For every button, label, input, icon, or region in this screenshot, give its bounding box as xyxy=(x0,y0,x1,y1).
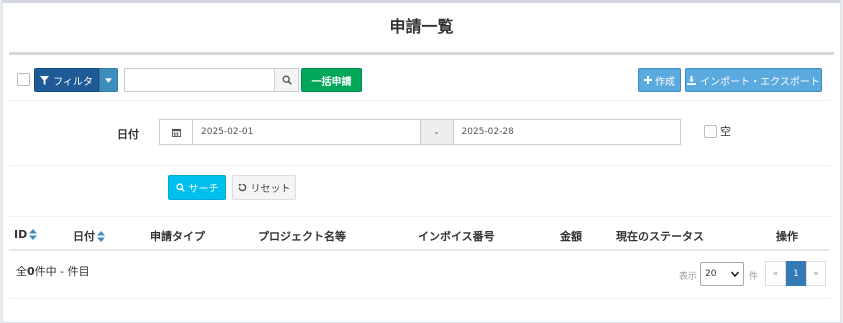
filter-dropdown-toggle[interactable] xyxy=(99,68,118,92)
caret-down-icon xyxy=(105,77,112,83)
import-export-button-label: インポート・エクスポート xyxy=(700,76,820,88)
bulk-apply-button[interactable]: 一括申請 xyxy=(301,68,362,92)
create-button-label: 作成 xyxy=(655,76,675,88)
pagination-next[interactable]: » xyxy=(806,261,826,286)
download-icon xyxy=(687,75,697,85)
date-range-separator: - xyxy=(419,120,454,144)
column-header-type: 申請タイプ xyxy=(150,230,205,243)
date-from-input[interactable]: 2025-02-01 xyxy=(193,120,420,144)
page-size-label: 表示 xyxy=(679,272,698,282)
column-header-date-label: 日付 xyxy=(73,230,95,243)
column-header-status: 現在のステータス xyxy=(616,230,704,243)
search-icon xyxy=(175,183,185,192)
calendar-icon-addon[interactable] xyxy=(160,120,193,144)
record-count: 全0件中 - 件目 xyxy=(16,263,90,279)
sort-icon xyxy=(29,229,38,240)
column-header-date[interactable]: 日付 xyxy=(73,228,105,244)
search-button[interactable] xyxy=(274,68,299,92)
column-header-id[interactable]: ID xyxy=(14,228,38,241)
filter-icon xyxy=(40,75,50,85)
toolbar-divider xyxy=(9,100,830,101)
plus-icon xyxy=(644,76,652,84)
date-to-input[interactable]: 2025-02-28 xyxy=(454,120,681,144)
footer-divider xyxy=(9,298,830,299)
column-header-project: プロジェクト名等 xyxy=(258,230,346,243)
filter-button[interactable]: フィルタ xyxy=(34,68,99,92)
page-title: 申請一覧 xyxy=(389,17,454,36)
record-count-value: 0 xyxy=(27,265,35,278)
search-divider xyxy=(9,216,830,217)
search-submit-button[interactable]: サーチ xyxy=(168,175,226,200)
date-range-group: 2025-02-01 - 2025-02-28 xyxy=(159,119,681,145)
reset-icon xyxy=(238,183,246,192)
reset-button-label: リセット xyxy=(250,184,291,195)
sort-icon xyxy=(97,230,105,242)
page-size-select[interactable]: 20 xyxy=(700,262,744,286)
select-all-checkbox[interactable] xyxy=(17,73,30,86)
empty-date-label: 空 xyxy=(720,125,731,138)
column-header-id-label: ID xyxy=(14,228,28,241)
page-size-suffix: 件 xyxy=(749,272,759,282)
create-button[interactable]: 作成 xyxy=(638,68,681,92)
search-submit-label: サーチ xyxy=(188,184,219,195)
reset-button[interactable]: リセット xyxy=(232,175,296,200)
date-filter-label: 日付 xyxy=(117,128,139,141)
record-count-suffix: 件中 - 件目 xyxy=(34,265,90,278)
search-input[interactable] xyxy=(124,68,275,92)
page-size-value: 20 xyxy=(705,269,717,279)
record-count-prefix: 全 xyxy=(16,265,27,278)
pagination-prev[interactable]: « xyxy=(765,261,786,286)
list-card: 申請一覧 フィルタ 一括申請 作成 インポート・エクスポート 日付 2025-0… xyxy=(2,0,841,323)
empty-date-checkbox[interactable] xyxy=(704,125,717,138)
column-header-invoice: インボイス番号 xyxy=(418,230,495,243)
filter-divider xyxy=(9,165,830,166)
import-export-button[interactable]: インポート・エクスポート xyxy=(685,68,822,92)
table-header-divider xyxy=(9,249,830,251)
column-header-amount: 金額 xyxy=(560,230,582,243)
pagination-page-1[interactable]: 1 xyxy=(786,261,806,286)
chevron-down-icon xyxy=(731,271,739,277)
filter-button-label: フィルタ xyxy=(53,76,93,88)
calendar-icon xyxy=(171,128,181,137)
column-header-actions: 操作 xyxy=(776,230,798,243)
title-divider xyxy=(9,52,834,55)
search-icon xyxy=(282,75,292,85)
